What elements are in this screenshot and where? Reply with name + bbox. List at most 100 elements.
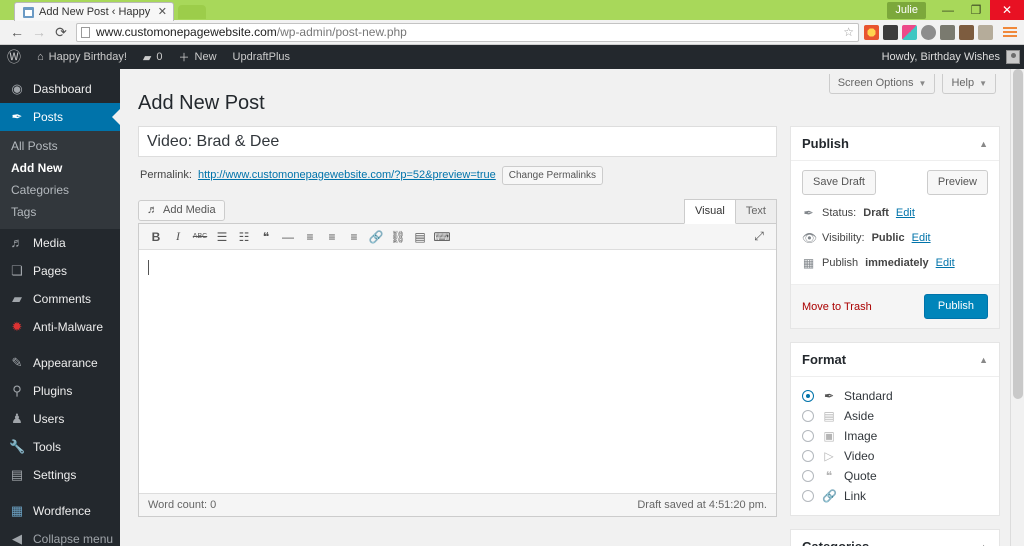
format-option-link[interactable]: 🔗 Link xyxy=(802,486,988,506)
chevron-up-icon[interactable]: ▲ xyxy=(979,542,988,546)
window-close-button[interactable]: ✕ xyxy=(990,0,1024,20)
cat-extension-icon[interactable] xyxy=(978,24,993,40)
horizontal-rule-icon[interactable]: — xyxy=(277,226,299,248)
preview-button[interactable]: Preview xyxy=(926,170,988,195)
radio-standard[interactable] xyxy=(802,390,814,402)
sidebar-item-settings[interactable]: ▤ Settings xyxy=(0,461,120,489)
kickstarter-extension-icon[interactable] xyxy=(902,24,917,40)
instagram-extension-icon[interactable] xyxy=(959,24,974,40)
chevron-up-icon[interactable]: ▲ xyxy=(979,139,988,149)
shield-extension-icon[interactable] xyxy=(921,24,936,40)
visibility-label: Visibility: xyxy=(822,232,865,244)
align-left-icon[interactable]: ≡ xyxy=(299,226,321,248)
tab-close-icon[interactable]: ✕ xyxy=(158,6,167,18)
bold-icon[interactable]: B xyxy=(145,226,167,248)
tab-text[interactable]: Text xyxy=(734,199,777,223)
keyboard-shortcuts-icon[interactable]: ⌨ xyxy=(431,226,453,248)
evernote-extension-icon[interactable] xyxy=(940,24,955,40)
collapse-menu-button[interactable]: ◀ Collapse menu xyxy=(0,525,120,546)
publish-actions-row: Save Draft Preview xyxy=(802,170,988,195)
chrome-profile-name[interactable]: Julie xyxy=(887,1,926,19)
format-option-video[interactable]: ▷ Video xyxy=(802,446,988,466)
insert-link-icon[interactable]: 🔗 xyxy=(365,226,387,248)
comments-menu[interactable]: ▰ 0 xyxy=(135,45,171,69)
reload-button[interactable]: ⟳ xyxy=(50,21,72,43)
read-more-icon[interactable]: ▤ xyxy=(409,226,431,248)
sidebar-item-comments[interactable]: ▰ Comments xyxy=(0,285,120,313)
chevron-up-icon[interactable]: ▲ xyxy=(979,355,988,365)
scrollbar-thumb[interactable] xyxy=(1013,69,1023,399)
mailbox-extension-icon[interactable] xyxy=(883,24,898,40)
help-button[interactable]: Help ▼ xyxy=(942,74,996,94)
back-button[interactable]: ← xyxy=(6,21,28,43)
sidebar-item-tools[interactable]: 🔧 Tools xyxy=(0,433,120,461)
categories-header[interactable]: Categories ▲ xyxy=(791,530,999,546)
radio-video[interactable] xyxy=(802,450,814,462)
align-right-icon[interactable]: ≡ xyxy=(343,226,365,248)
status-edit-link[interactable]: Edit xyxy=(896,206,915,220)
tab-visual[interactable]: Visual xyxy=(684,199,736,224)
save-draft-button[interactable]: Save Draft xyxy=(802,170,876,195)
sidebar-item-pages[interactable]: ❏ Pages xyxy=(0,257,120,285)
sidebar-subitem-tags[interactable]: Tags xyxy=(0,201,120,223)
editor-mode-tabs: Visual Text xyxy=(684,199,777,224)
site-name-menu[interactable]: ⌂ Happy Birthday! xyxy=(29,45,135,69)
format-option-image[interactable]: ▣ Image xyxy=(802,426,988,446)
change-permalinks-button[interactable]: Change Permalinks xyxy=(501,165,604,185)
minimize-button[interactable]: — xyxy=(934,0,962,20)
browser-tab[interactable]: Add New Post ‹ Happy Bir ✕ xyxy=(14,2,174,21)
sidebar-item-dashboard[interactable]: ◉ Dashboard xyxy=(0,75,120,103)
fullscreen-icon[interactable]: ⤢ xyxy=(748,226,770,248)
screen-options-button[interactable]: Screen Options ▼ xyxy=(828,74,936,94)
sidebar-subitem-all-posts[interactable]: All Posts xyxy=(0,135,120,157)
unlink-icon[interactable]: ⛓ xyxy=(387,226,409,248)
wordpress-logo-icon[interactable]: Ⓦ xyxy=(0,47,29,67)
format-label: Link xyxy=(844,489,867,503)
radio-quote[interactable] xyxy=(802,470,814,482)
sidebar-item-plugins[interactable]: ⚲ Plugins xyxy=(0,377,120,405)
new-tab-button[interactable] xyxy=(178,5,206,19)
move-to-trash-link[interactable]: Move to Trash xyxy=(802,301,872,313)
forward-button[interactable]: → xyxy=(28,21,50,43)
bookmark-star-icon[interactable]: ☆ xyxy=(843,25,854,39)
radio-image[interactable] xyxy=(802,430,814,442)
updraftplus-menu[interactable]: UpdraftPlus xyxy=(225,45,298,69)
publish-button[interactable]: Publish xyxy=(923,294,988,319)
colorpicker-extension-icon[interactable] xyxy=(864,24,879,40)
account-menu[interactable]: Howdy, Birthday Wishes xyxy=(882,45,1024,69)
radio-aside[interactable] xyxy=(802,410,814,422)
format-option-aside[interactable]: ▤ Aside xyxy=(802,406,988,426)
sidebar-subitem-categories[interactable]: Categories xyxy=(0,179,120,201)
strikethrough-icon[interactable]: ABC xyxy=(189,226,211,248)
sidebar-subitem-add-new[interactable]: Add New xyxy=(0,157,120,179)
permalink-url[interactable]: http://www.customonepagewebsite.com/?p=5… xyxy=(198,169,496,181)
publish-header[interactable]: Publish ▲ xyxy=(791,127,999,161)
sidebar-item-media[interactable]: ♬ Media xyxy=(0,229,120,257)
sidebar-item-appearance[interactable]: ✎ Appearance xyxy=(0,349,120,377)
new-content-menu[interactable]: ＋ New xyxy=(171,45,225,69)
bulleted-list-icon[interactable]: ☰ xyxy=(211,226,233,248)
page-scrollbar[interactable] xyxy=(1010,69,1024,546)
post-editor: ♬ Add Media Visual Text B I ABC ☰ ☷ ❝ — … xyxy=(138,195,777,517)
format-option-quote[interactable]: ❝ Quote xyxy=(802,466,988,486)
editor-content-area[interactable] xyxy=(139,250,776,493)
add-media-button[interactable]: ♬ Add Media xyxy=(138,200,225,221)
schedule-edit-link[interactable]: Edit xyxy=(936,256,955,270)
sidebar-item-users[interactable]: ♟ Users xyxy=(0,405,120,433)
visibility-edit-link[interactable]: Edit xyxy=(912,231,931,245)
blockquote-icon[interactable]: ❝ xyxy=(255,226,277,248)
sidebar-item-wordfence[interactable]: ▦ Wordfence xyxy=(0,497,120,525)
sidebar-item-anti-malware[interactable]: ✹ Anti-Malware xyxy=(0,313,120,341)
format-header[interactable]: Format ▲ xyxy=(791,343,999,377)
radio-link[interactable] xyxy=(802,490,814,502)
post-title-input[interactable]: Video: Brad & Dee xyxy=(138,126,777,157)
maximize-button[interactable]: ❐ xyxy=(962,0,990,20)
italic-icon[interactable]: I xyxy=(167,226,189,248)
address-bar[interactable]: www.customonepagewebsite.com/wp-admin/po… xyxy=(76,22,859,42)
comment-icon: ▰ xyxy=(12,291,22,306)
sidebar-item-posts[interactable]: ✒ Posts xyxy=(0,103,120,131)
format-option-standard[interactable]: ✒ Standard xyxy=(802,386,988,406)
align-center-icon[interactable]: ≡ xyxy=(321,226,343,248)
chrome-menu-icon[interactable] xyxy=(1002,25,1018,40)
numbered-list-icon[interactable]: ☷ xyxy=(233,226,255,248)
